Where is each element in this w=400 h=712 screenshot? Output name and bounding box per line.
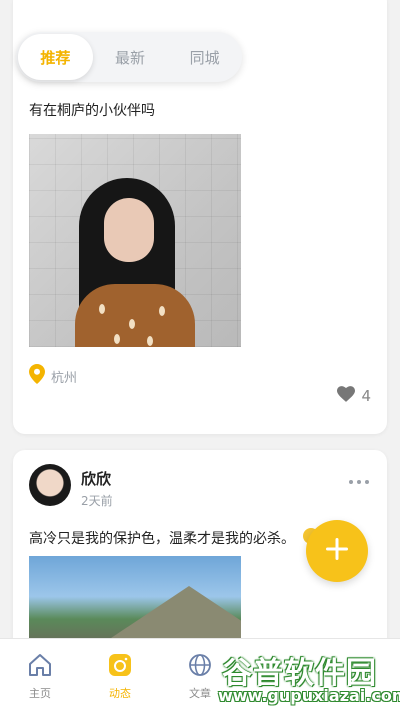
more-options-icon[interactable] [349,480,369,484]
post-location[interactable]: 杭州 [29,364,77,388]
post-text: 有在桐庐的小伙伴吗 [29,103,155,119]
post-time: 2天前 [81,494,113,508]
nav-label: 动态 [109,687,131,700]
watermark-url: www.gupuxiazai.com [218,686,400,705]
watermark-logo: 谷普软件园 www.gupuxiazai.com [214,646,400,710]
camera-icon [108,653,132,681]
like-count: 4 [361,387,371,405]
tab-latest[interactable]: 最新 [93,34,168,80]
like-button[interactable]: 4 [337,386,371,406]
tab-same-city[interactable]: 同城 [167,34,242,80]
location-label: 杭州 [51,370,78,386]
tab-recommended[interactable]: 推荐 [18,34,93,80]
nav-home[interactable]: 主页 [10,653,70,701]
map-pin-icon [29,364,45,388]
nav-label: 主页 [29,687,51,700]
create-post-button[interactable] [306,520,368,582]
heart-icon [337,386,356,406]
post-photo[interactable] [29,556,241,646]
home-icon [27,653,53,681]
plus-icon [324,536,350,566]
post-photo[interactable] [29,134,241,347]
globe-icon [188,653,212,681]
post-text: 高冷只是我的保护色，温柔才是我的必杀。 [29,531,295,547]
author-name[interactable]: 欣欣 [81,468,111,489]
nav-label: 文章 [189,687,211,700]
nav-moments[interactable]: 动态 [90,653,150,701]
feed-tabs: 推荐 最新 同城 [16,32,242,82]
avatar[interactable] [29,464,71,506]
